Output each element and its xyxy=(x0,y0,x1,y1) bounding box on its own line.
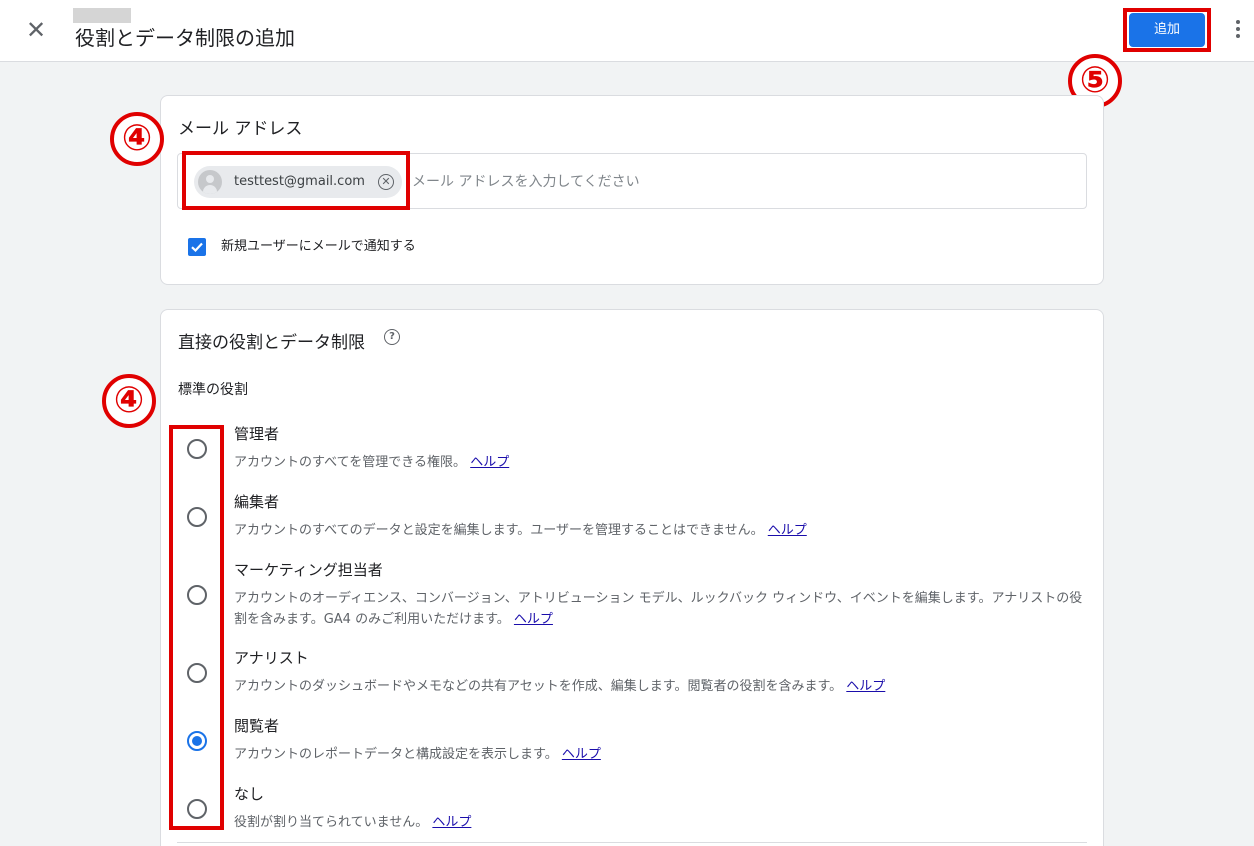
annotation-step-badge-email: ④ xyxy=(110,112,164,166)
annotation-add-highlight xyxy=(1123,8,1211,52)
help-link[interactable]: ヘルプ xyxy=(562,747,601,762)
annotation-radio-highlight xyxy=(169,425,224,830)
help-link[interactable]: ヘルプ xyxy=(846,679,885,694)
annotation-chip-highlight xyxy=(182,151,410,210)
notify-label: 新規ユーザーにメールで通知する xyxy=(221,239,416,254)
role-description: アカウントのすべてのデータと設定を編集します。ユーザーを管理することはできません… xyxy=(234,523,807,538)
role-description: アカウントのすべてを管理できる権限。 ヘルプ xyxy=(234,455,510,470)
annotation-step-badge-roles: ④ xyxy=(102,374,156,428)
help-link[interactable]: ヘルプ xyxy=(768,523,807,538)
email-section-title: メール アドレス xyxy=(178,119,303,139)
roles-section-title: 直接の役割とデータ制限 xyxy=(178,333,365,353)
help-link[interactable]: ヘルプ xyxy=(514,612,553,627)
top-bar: ✕ 役割とデータ制限の追加 追加 xyxy=(0,0,1254,62)
help-circle-icon[interactable]: ? xyxy=(384,329,400,345)
divider xyxy=(177,842,1087,843)
role-description: アカウントのオーディエンス、コンバージョン、アトリビューション モデル、ルックバ… xyxy=(234,591,1083,627)
role-description: アカウントのダッシュボードやメモなどの共有アセットを作成、編集します。閲覧者の役… xyxy=(234,679,886,694)
role-name: 閲覧者 xyxy=(234,717,280,735)
role-name: なし xyxy=(234,785,265,803)
role-name: 管理者 xyxy=(234,425,280,443)
close-icon[interactable]: ✕ xyxy=(22,16,50,44)
role-name: アナリスト xyxy=(234,649,309,667)
page-title: 役割とデータ制限の追加 xyxy=(75,26,295,50)
help-link[interactable]: ヘルプ xyxy=(432,815,471,830)
role-description: 役割が割り当てられていません。 ヘルプ xyxy=(234,815,472,830)
role-name: 編集者 xyxy=(234,493,280,511)
redacted-account-name xyxy=(73,8,131,23)
more-vert-icon[interactable] xyxy=(1228,18,1248,44)
role-description: アカウントのレポートデータと構成設定を表示します。 ヘルプ xyxy=(234,747,601,762)
notify-checkbox[interactable] xyxy=(188,238,206,256)
email-card: メール アドレス testtest@gmail.com ✕ メール アドレスを入… xyxy=(160,95,1104,285)
standard-roles-title: 標準の役割 xyxy=(178,382,248,398)
role-name: マーケティング担当者 xyxy=(234,561,383,579)
roles-card: 直接の役割とデータ制限 ? 標準の役割 管理者 アカウントのすべてを管理できる権… xyxy=(160,309,1104,846)
help-link[interactable]: ヘルプ xyxy=(470,455,509,470)
email-placeholder: メール アドレスを入力してください xyxy=(412,174,640,190)
